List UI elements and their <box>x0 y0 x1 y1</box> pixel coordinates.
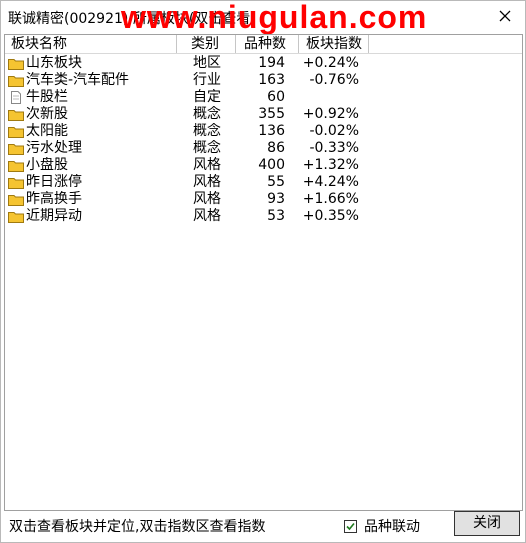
folder-icon <box>8 142 24 155</box>
sector-name: 汽车类-汽车配件 <box>26 72 130 88</box>
sector-name: 太阳能 <box>26 123 68 139</box>
sector-index[interactable] <box>299 89 369 106</box>
sector-name: 污水处理 <box>26 140 82 156</box>
list-item[interactable]: 牛股栏 自定 60 <box>5 89 522 106</box>
sector-type: 风格 <box>193 174 221 190</box>
sector-index[interactable]: +1.32% <box>299 157 369 174</box>
sector-name-cell: 近期异动 <box>5 208 177 225</box>
sector-name: 次新股 <box>26 106 68 122</box>
list-item[interactable]: 昨高换手 风格 93 +1.66% <box>5 191 522 208</box>
sector-name-cell: 昨日涨停 <box>5 174 177 191</box>
sector-count: 194 <box>258 55 285 71</box>
list-item[interactable]: 昨日涨停 风格 55 +4.24% <box>5 174 522 191</box>
column-header-index[interactable]: 板块指数 <box>299 35 369 53</box>
list-item[interactable]: 近期异动 风格 53 +0.35% <box>5 208 522 225</box>
sector-count: 163 <box>258 72 285 88</box>
sector-name: 昨日涨停 <box>26 174 82 190</box>
column-header-count[interactable]: 品种数 <box>236 35 299 53</box>
list-rows: 山东板块 地区 194 +0.24% 汽车类-汽车配件 行业 163 -0.76% 牛股栏 自定 6… <box>5 55 522 225</box>
sector-type: 概念 <box>193 140 221 156</box>
folder-icon <box>8 57 24 70</box>
sector-count: 136 <box>258 123 285 139</box>
sector-name-cell: 太阳能 <box>5 123 177 140</box>
folder-icon <box>8 125 24 138</box>
column-header-name[interactable]: 板块名称 <box>5 35 177 53</box>
sector-count: 400 <box>258 157 285 173</box>
title-bar[interactable]: 联诚精密(002921) 所属板块(双击查看) www.niugulan.com <box>1 0 525 35</box>
sector-index[interactable]: -0.33% <box>299 140 369 157</box>
list-header: 板块名称 类别 品种数 板块指数 <box>5 35 522 54</box>
status-text: 双击查看板块并定位,双击指数区查看指数 <box>9 519 266 535</box>
list-item[interactable]: 太阳能 概念 136 -0.02% <box>5 123 522 140</box>
column-header-type[interactable]: 类别 <box>177 35 236 53</box>
folder-icon <box>8 159 24 172</box>
sector-index[interactable]: +0.24% <box>299 55 369 72</box>
sector-name: 近期异动 <box>26 208 82 224</box>
folder-icon <box>8 74 24 87</box>
sector-type: 地区 <box>193 55 221 71</box>
sector-count: 93 <box>267 191 285 207</box>
sector-count: 86 <box>267 140 285 156</box>
list-item[interactable]: 汽车类-汽车配件 行业 163 -0.76% <box>5 72 522 89</box>
sector-name: 昨高换手 <box>26 191 82 207</box>
link-stocks-checkbox[interactable]: 品种联动 <box>344 516 420 536</box>
sector-name-cell: 昨高换手 <box>5 191 177 208</box>
sector-type: 概念 <box>193 123 221 139</box>
sector-type: 自定 <box>193 89 221 105</box>
checkbox-box[interactable] <box>344 519 357 533</box>
sector-count: 355 <box>258 106 285 122</box>
sector-name-cell: 污水处理 <box>5 140 177 157</box>
sector-index[interactable]: -0.02% <box>299 123 369 140</box>
close-button[interactable]: 关闭 <box>454 511 520 536</box>
watermark-text: www.niugulan.com <box>121 0 428 35</box>
list-item[interactable]: 次新股 概念 355 +0.92% <box>5 106 522 123</box>
sector-name-cell: 汽车类-汽车配件 <box>5 72 177 89</box>
sector-index[interactable]: +4.24% <box>299 174 369 191</box>
sector-count: 55 <box>267 174 285 190</box>
list-item[interactable]: 污水处理 概念 86 -0.33% <box>5 140 522 157</box>
list-item[interactable]: 小盘股 风格 400 +1.32% <box>5 157 522 174</box>
document-icon <box>8 91 24 104</box>
folder-icon <box>8 193 24 206</box>
sector-index[interactable]: +0.35% <box>299 208 369 225</box>
sector-name: 山东板块 <box>26 55 82 71</box>
check-icon <box>346 522 355 530</box>
sector-name-cell: 牛股栏 <box>5 89 177 106</box>
checkbox-label: 品种联动 <box>364 519 420 535</box>
sector-type: 风格 <box>193 157 221 173</box>
dialog-window: 联诚精密(002921) 所属板块(双击查看) www.niugulan.com… <box>0 0 526 543</box>
sector-type: 风格 <box>193 208 221 224</box>
sector-name: 小盘股 <box>26 157 68 173</box>
sector-index[interactable]: -0.76% <box>299 72 369 89</box>
sector-list[interactable]: 板块名称 类别 品种数 板块指数 山东板块 地区 194 +0.24% 汽车类-汽车配件… <box>4 34 523 511</box>
sector-name-cell: 山东板块 <box>5 55 177 72</box>
sector-name-cell: 小盘股 <box>5 157 177 174</box>
folder-icon <box>8 108 24 121</box>
sector-type: 行业 <box>193 72 221 88</box>
sector-count: 53 <box>267 208 285 224</box>
folder-icon <box>8 210 24 223</box>
close-icon[interactable] <box>495 6 515 26</box>
sector-name: 牛股栏 <box>26 89 68 105</box>
list-item[interactable]: 山东板块 地区 194 +0.24% <box>5 55 522 72</box>
sector-type: 概念 <box>193 106 221 122</box>
sector-index[interactable]: +1.66% <box>299 191 369 208</box>
sector-count: 60 <box>267 89 285 105</box>
folder-icon <box>8 176 24 189</box>
sector-index[interactable]: +0.92% <box>299 106 369 123</box>
sector-name-cell: 次新股 <box>5 106 177 123</box>
sector-type: 风格 <box>193 191 221 207</box>
